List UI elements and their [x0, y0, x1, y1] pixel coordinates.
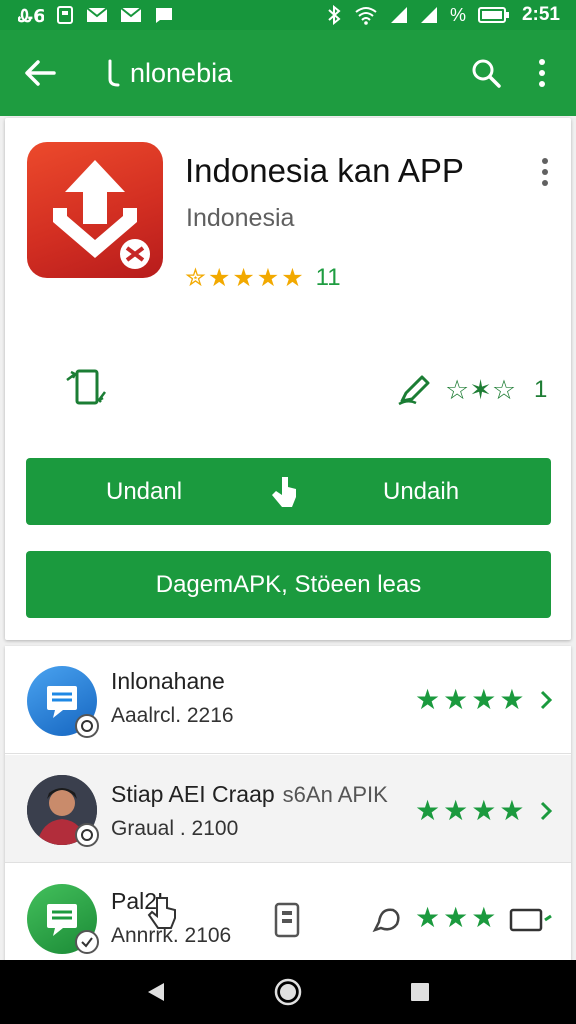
- wifi-icon: [354, 5, 378, 25]
- device-icon[interactable]: [273, 902, 301, 938]
- device-compat-icon[interactable]: [61, 366, 111, 410]
- nav-back-icon[interactable]: [136, 972, 176, 1012]
- list-item-subtitle: Aaalrcl. 2216: [111, 704, 234, 727]
- list-item[interactable]: Inlonahane Aaalrcl. 2216 ★ ★ ★ ★: [5, 646, 571, 754]
- rate-stars-icon[interactable]: ☆✶☆: [445, 375, 516, 406]
- status-bar: Ꮂ6 % 2:51: [0, 0, 576, 30]
- cell-signal-icon: [420, 6, 438, 24]
- list-item-rating: ★ ★ ★: [415, 904, 496, 932]
- check-badge-icon: [75, 714, 99, 738]
- app-title: Indonesia kan APP: [185, 152, 464, 189]
- check-badge-icon: [75, 823, 99, 847]
- list-item-title: Stiap AEI Craap s6An APIK: [111, 781, 388, 808]
- primary-right-label[interactable]: Undaih: [383, 478, 459, 506]
- list-item[interactable]: Stiap AEI Craap s6An APIK Graual . 2100 ★…: [5, 755, 571, 863]
- svg-text:Ꮂ6: Ꮂ6: [18, 6, 44, 25]
- hand-pointer-icon: [145, 894, 183, 934]
- app-detail-card: Indonesia kan APP Indonesia ✮ ★ ★ ★ ★ 11…: [5, 118, 571, 640]
- app-publisher[interactable]: Indonesia: [186, 204, 294, 233]
- star-icon: ★: [471, 795, 497, 826]
- star-icon: ★: [499, 795, 525, 826]
- bluetooth-icon: [326, 5, 342, 25]
- star-icon: ★: [499, 684, 525, 715]
- battery-icon: [477, 6, 510, 24]
- star-icon: ★: [415, 902, 441, 933]
- message-icon: [154, 6, 174, 24]
- review-count: 1: [534, 376, 548, 403]
- primary-left-label[interactable]: Undanl: [106, 478, 182, 506]
- search-query-text[interactable]: nlonebia: [130, 58, 466, 89]
- list-item-title-extra: s6An APIK: [282, 782, 388, 807]
- star-icon: ★: [443, 902, 469, 933]
- list-item[interactable]: Pal2I Annrrk. 2106 ★ ★ ★: [5, 864, 571, 962]
- system-nav-bar: [0, 960, 576, 1024]
- back-arrow-icon[interactable]: [20, 53, 60, 93]
- status-left-icons: Ꮂ6: [18, 5, 174, 25]
- star-icon: ★: [471, 902, 497, 933]
- install-button-row[interactable]: Undanl Undaih: [26, 458, 551, 525]
- mail-icon: [86, 6, 108, 24]
- edit-pencil-icon[interactable]: [395, 372, 433, 408]
- star-icon: ★: [256, 263, 280, 292]
- chat-bubble-icon[interactable]: [369, 904, 403, 936]
- star-icon: ★: [471, 684, 497, 715]
- app-review-area: ☆✶☆ 1: [395, 372, 547, 408]
- app-rating: ✮ ★ ★ ★ ★ 11: [185, 264, 341, 292]
- star-icon: ★: [443, 795, 469, 826]
- search-text-cursor-icon: [104, 53, 126, 93]
- app-icon[interactable]: [27, 142, 163, 278]
- chevron-right-icon[interactable]: [537, 688, 555, 712]
- check-badge-icon: [75, 930, 99, 954]
- star-icon: ★: [281, 263, 304, 292]
- star-icon: ★: [415, 795, 441, 826]
- overflow-menu-icon[interactable]: [530, 53, 554, 93]
- star-icon: ★: [443, 684, 469, 715]
- chevron-right-icon[interactable]: [537, 799, 555, 823]
- nav-home-icon[interactable]: [268, 972, 308, 1012]
- list-item-rating: ★ ★ ★ ★: [415, 797, 524, 825]
- star-icon: ✮: [185, 263, 206, 292]
- list-item-title: Inlonahane: [111, 668, 225, 694]
- rating-count: 11: [315, 264, 341, 291]
- percent-icon: %: [449, 4, 466, 25]
- touch-gesture-icon: [266, 474, 302, 510]
- signal-icon: Ꮂ6: [18, 5, 44, 25]
- status-right-icons: % 2:51: [326, 4, 560, 26]
- star-icon: ★: [207, 263, 231, 292]
- star-icon: ★: [415, 684, 441, 715]
- list-item-title-text: Stiap AEI Craap: [111, 781, 275, 807]
- secondary-button[interactable]: DagemAPK, Stöeen leas: [26, 551, 551, 618]
- status-time: 2:51: [521, 4, 560, 25]
- app-overflow-menu-icon[interactable]: [533, 154, 557, 190]
- toolbar: nlonebia: [0, 30, 576, 116]
- mail-icon: [120, 6, 142, 24]
- sim-icon: [56, 5, 74, 25]
- nav-recents-icon[interactable]: [400, 972, 440, 1012]
- screen-icon[interactable]: [509, 906, 553, 934]
- list-item-subtitle: Graual . 2100: [111, 817, 239, 840]
- cell-signal-icon: [390, 6, 408, 24]
- search-icon[interactable]: [466, 53, 506, 93]
- related-apps-list: Inlonahane Aaalrcl. 2216 ★ ★ ★ ★ Stiap A…: [5, 646, 571, 962]
- star-icon: ★: [232, 263, 255, 292]
- list-item-rating: ★ ★ ★ ★: [415, 686, 524, 714]
